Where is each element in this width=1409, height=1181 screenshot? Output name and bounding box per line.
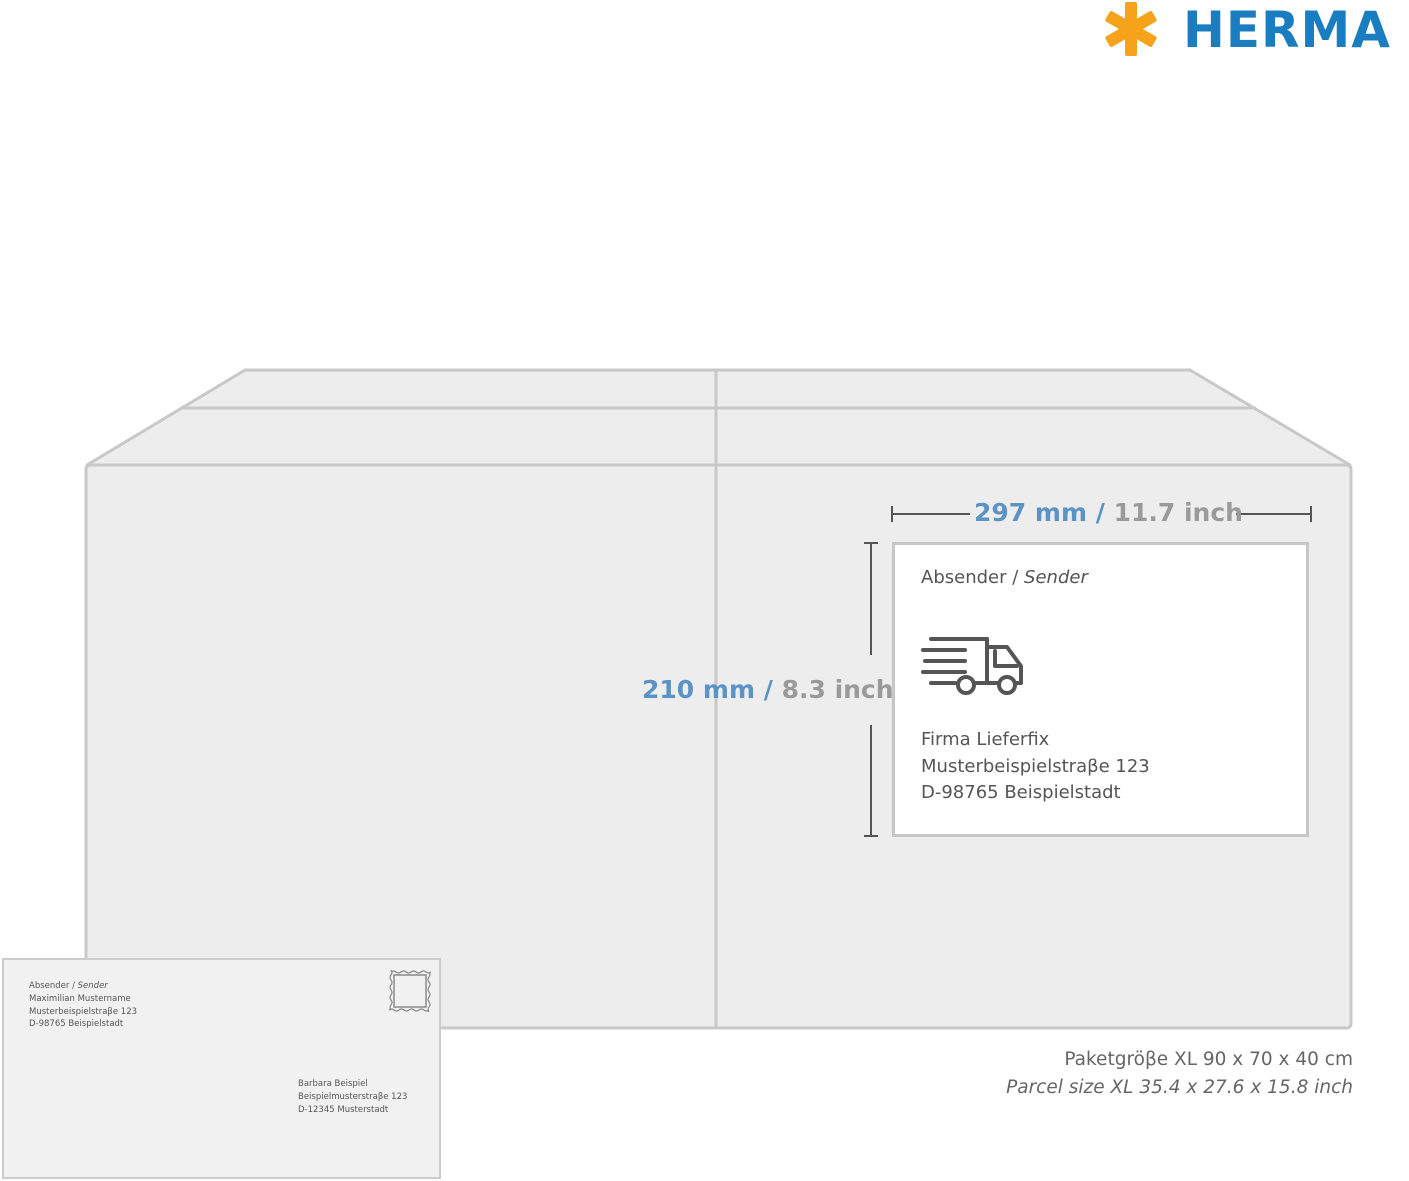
herma-star-icon bbox=[1105, 2, 1157, 56]
parcel-size-en: Parcel size XL 35.4 x 27.6 x 15.8 inch bbox=[1006, 1077, 1353, 1098]
envelope: Absender / Sender Maximilian Mustername … bbox=[2, 958, 441, 1179]
label-sender-heading: Absender / Sender bbox=[921, 567, 1088, 588]
envelope-recipient-line: Barbara Beispiel bbox=[298, 1079, 368, 1089]
envelope-sender-line: D-98765 Beispielstadt bbox=[29, 1019, 124, 1030]
width-dimension-label: 297 mm / 11.7 inch bbox=[974, 498, 1243, 528]
parcel-size-caption: Paketgröβe XL 90 x 70 x 40 cm Parcel siz… bbox=[1006, 1046, 1353, 1102]
label-address-line: Firma Lieferfix bbox=[921, 729, 1050, 750]
herma-logo-text: HERMA bbox=[1183, 1, 1391, 59]
label-address-line: Musterbeispielstraβe 123 bbox=[921, 755, 1150, 777]
height-separator: / bbox=[763, 675, 773, 704]
label-address: Firma Lieferfix Musterbeispielstraβe 123… bbox=[921, 727, 1150, 807]
height-mm: 210 mm bbox=[642, 675, 755, 704]
width-mm: 297 mm bbox=[974, 498, 1087, 527]
envelope-sender: Absender / Sender Maximilian Mustername … bbox=[29, 980, 137, 1031]
envelope-sender-line: Maximilian Mustername bbox=[29, 993, 131, 1004]
width-inch: 11.7 inch bbox=[1113, 498, 1243, 527]
envelope-sender-en: Sender bbox=[77, 981, 108, 991]
parcel-box-top bbox=[85, 368, 1352, 467]
label-sender-en: Sender bbox=[1024, 567, 1088, 588]
parcel-size-de: Paketgröβe XL 90 x 70 x 40 cm bbox=[1064, 1049, 1353, 1070]
width-separator: / bbox=[1095, 498, 1105, 527]
envelope-sender-heading: Absender / Sender bbox=[29, 980, 137, 993]
envelope-sender-de: Absender / bbox=[29, 981, 75, 991]
shipping-label: Absender / Sender Firma Lieferfix Muster… bbox=[892, 542, 1309, 837]
envelope-sender-line: Musterbeispielstraβe 123 bbox=[29, 1006, 138, 1017]
label-sender-de: Absender bbox=[921, 567, 1007, 588]
height-inch: 8.3 inch bbox=[781, 675, 894, 704]
label-sender-separator: / bbox=[1012, 567, 1019, 588]
stamp-icon bbox=[389, 970, 431, 1012]
height-dimension-label: 210 mm / 8.3 inch bbox=[642, 675, 894, 705]
envelope-recipient-line: D-12345 Musterstadt bbox=[298, 1104, 389, 1115]
delivery-truck-icon bbox=[921, 637, 1023, 695]
envelope-recipient: Barbara Beispiel Beispielmusterstraβe 12… bbox=[298, 1078, 407, 1116]
envelope-recipient-line: Beispielmusterstraβe 123 bbox=[298, 1091, 408, 1102]
label-address-line: D-98765 Beispielstadt bbox=[921, 782, 1121, 803]
